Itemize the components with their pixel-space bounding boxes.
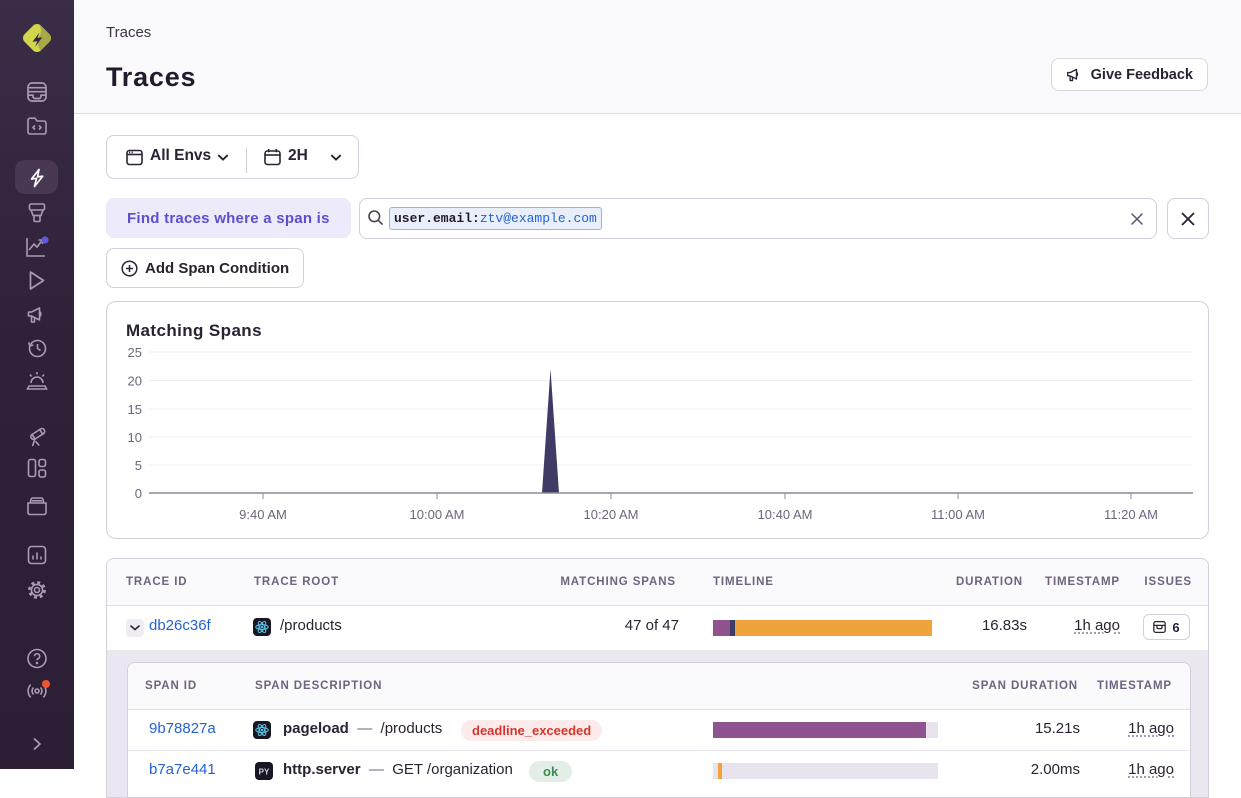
svg-text:10: 10 — [128, 430, 142, 445]
svg-text:20: 20 — [128, 374, 142, 389]
svg-text:11:20 AM: 11:20 AM — [1104, 507, 1158, 522]
svg-text:11:00 AM: 11:00 AM — [931, 507, 985, 522]
svg-text:10:00 AM: 10:00 AM — [410, 507, 465, 522]
svg-text:5: 5 — [135, 458, 142, 473]
svg-text:15: 15 — [128, 402, 142, 417]
svg-text:25: 25 — [128, 345, 142, 360]
svg-text:0: 0 — [135, 486, 142, 501]
svg-text:10:20 AM: 10:20 AM — [584, 507, 639, 522]
svg-text:10:40 AM: 10:40 AM — [758, 507, 813, 522]
svg-text:9:40 AM: 9:40 AM — [239, 507, 287, 522]
